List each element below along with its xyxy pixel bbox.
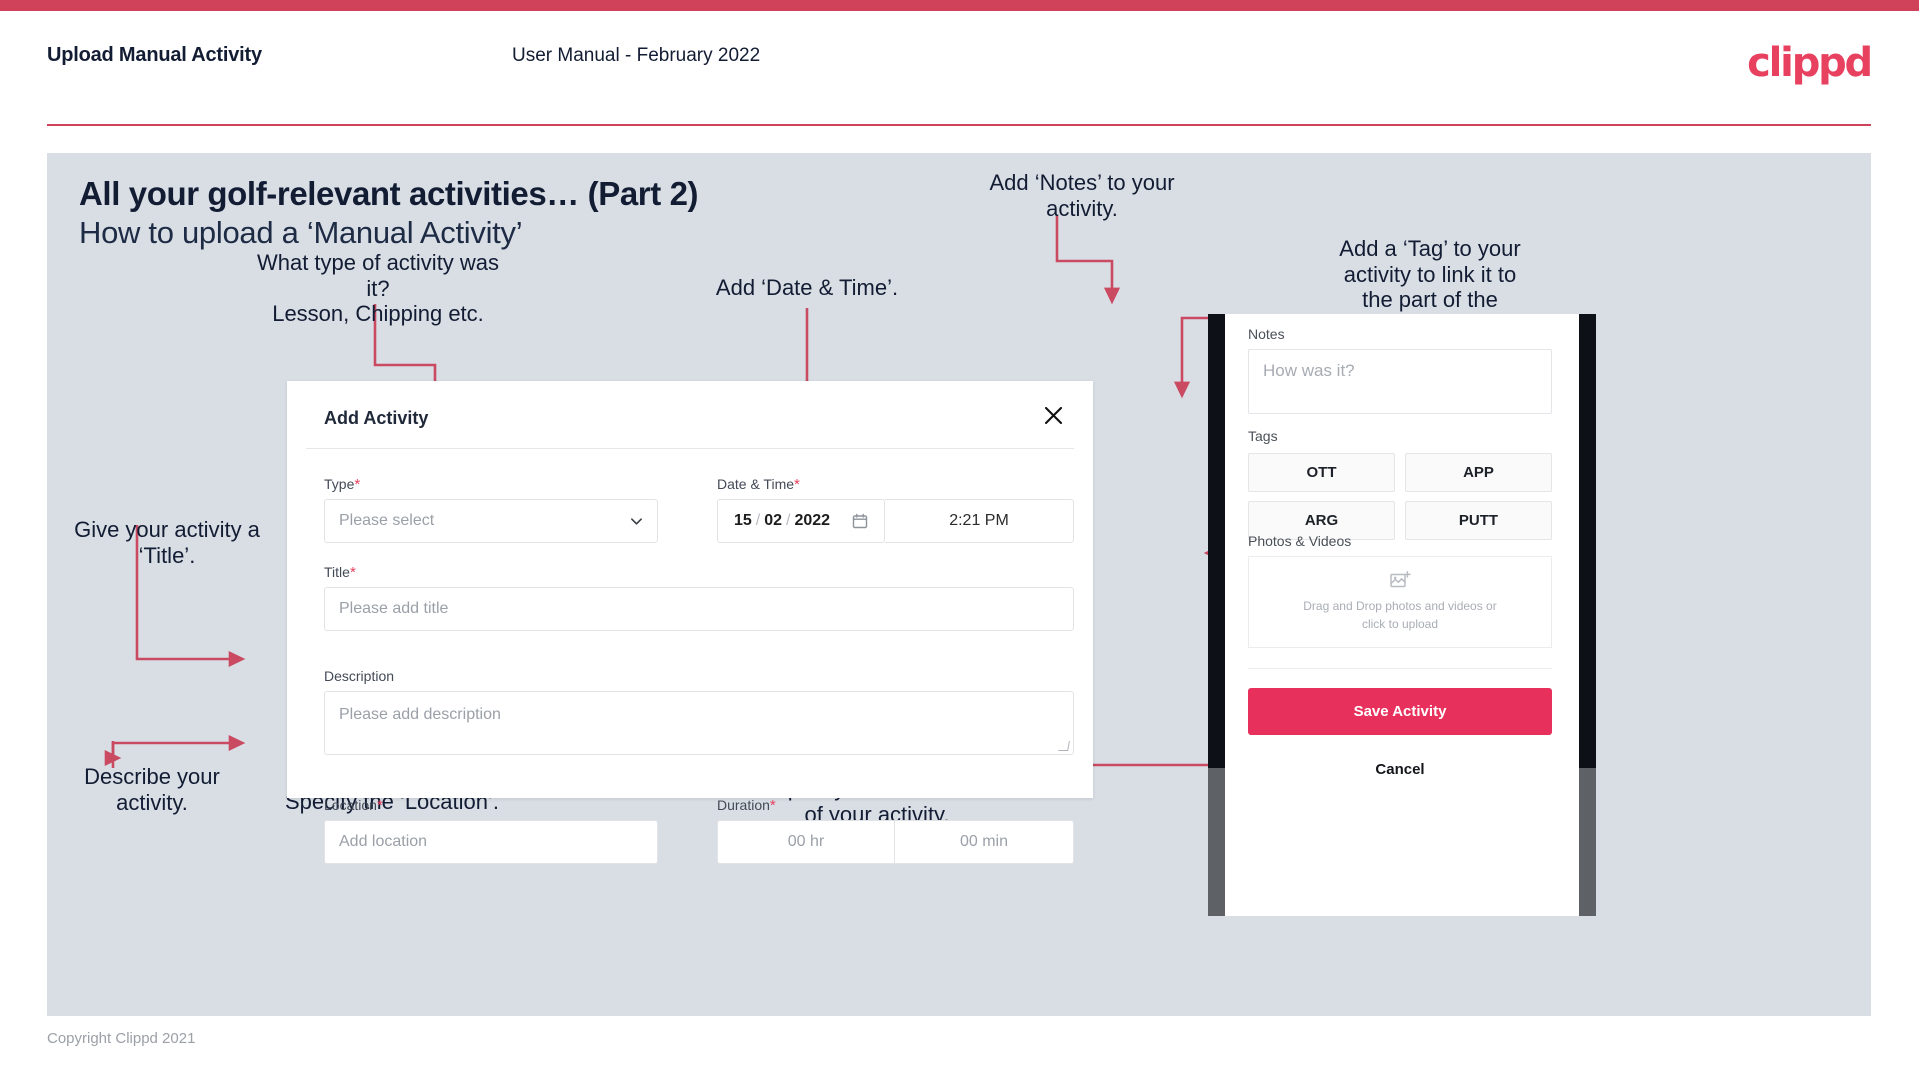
datetime-label: Date & Time* (717, 476, 800, 493)
location-input[interactable]: Add location (324, 820, 658, 864)
location-label: Location* (324, 797, 383, 814)
cancel-button[interactable]: Cancel (1248, 750, 1552, 788)
annotation-type-line2: Lesson, Chipping etc. (272, 301, 484, 327)
dialog-divider (306, 448, 1074, 449)
date-day: 15 (733, 512, 752, 529)
dropzone-text: Drag and Drop photos and videos or click… (1303, 597, 1496, 633)
close-icon[interactable] (1037, 399, 1069, 431)
description-placeholder: Please add description (339, 706, 501, 723)
add-image-icon (1389, 571, 1411, 588)
notes-placeholder: How was it? (1263, 361, 1355, 380)
add-activity-dialog: Add Activity Type* Please select Date & … (287, 381, 1093, 864)
phone-divider (1248, 668, 1552, 669)
calendar-icon[interactable] (852, 513, 868, 529)
photos-videos-label: Photos & Videos (1248, 533, 1352, 549)
phone-bezel-right-lower (1579, 768, 1596, 916)
mobile-device-mockup: Notes How was it? Tags OTT APP ARG PUTT … (1208, 314, 1596, 916)
phone-bezel-right (1579, 314, 1596, 916)
notes-textarea[interactable]: How was it? (1248, 349, 1552, 414)
tag-putt[interactable]: PUTT (1405, 501, 1552, 540)
phone-bezel-left (1208, 314, 1225, 916)
date-month: 02 (764, 512, 782, 529)
time-value: 2:21 PM (949, 512, 1009, 529)
title-required-mark: * (349, 564, 356, 581)
duration-required-mark: * (769, 797, 776, 814)
datetime-required-mark: * (794, 476, 800, 493)
dialog-title: Add Activity (324, 408, 429, 428)
save-activity-button[interactable]: Save Activity (1248, 688, 1552, 735)
tags-label: Tags (1248, 428, 1278, 444)
slide-page: Upload Manual Activity User Manual - Feb… (0, 0, 1919, 1079)
photo-dropzone[interactable]: Drag and Drop photos and videos or click… (1248, 556, 1552, 648)
description-textarea[interactable]: Please add description (324, 691, 1074, 755)
phone-bezel-left-lower (1208, 768, 1225, 916)
date-year: 2022 (794, 512, 831, 529)
annotation-description: Describe your activity. (84, 764, 220, 815)
title-input[interactable]: Please add title (324, 587, 1074, 631)
dropzone-line2: click to upload (1361, 617, 1439, 631)
header-divider (47, 124, 1871, 126)
date-sep-1: / (755, 512, 761, 529)
location-required-mark: * (376, 797, 383, 814)
copyright-footer: Copyright Clippd 2021 (47, 1030, 196, 1047)
tag-app[interactable]: APP (1405, 453, 1552, 492)
duration-minutes-placeholder: 00 min (959, 833, 1009, 850)
clippd-logo: clippd (1747, 40, 1873, 86)
page-title: Upload Manual Activity (47, 44, 262, 66)
type-select[interactable]: Please select (324, 499, 658, 543)
date-input[interactable]: 15 / 02 / 2022 (717, 499, 885, 543)
duration-minutes-input[interactable]: 00 min (895, 820, 1074, 864)
annotation-notes: Add ‘Notes’ to your activity. (989, 170, 1175, 221)
annotation-type-line1: What type of activity was it? (256, 250, 500, 301)
slide-canvas: All your golf-relevant activities… (Part… (47, 153, 1871, 1016)
duration-label: Duration* (717, 797, 776, 814)
top-accent-bar (0, 0, 1919, 11)
duration-hours-placeholder: 00 hr (787, 833, 825, 850)
chevron-down-icon (631, 518, 642, 525)
document-subtitle: User Manual - February 2022 (512, 45, 761, 66)
annotation-datetime: Add ‘Date & Time’. (715, 275, 899, 300)
notes-label: Notes (1248, 326, 1285, 342)
tag-ott[interactable]: OTT (1248, 453, 1395, 492)
type-label: Type* (324, 476, 361, 493)
location-placeholder: Add location (339, 833, 428, 850)
type-required-mark: * (354, 476, 361, 493)
close-glyph (1044, 406, 1062, 424)
title-placeholder: Please add title (339, 600, 449, 617)
time-input[interactable]: 2:21 PM (885, 499, 1074, 543)
title-label: Title* (324, 564, 356, 581)
description-label: Description (324, 668, 395, 684)
slide-subheading: How to upload a ‘Manual Activity’ (79, 215, 523, 250)
type-placeholder: Please select (339, 512, 435, 529)
phone-screen: Notes How was it? Tags OTT APP ARG PUTT … (1225, 314, 1579, 916)
annotation-title: Give your activity a ‘Title’. (74, 517, 260, 568)
annotation-type: What type of activity was it? Lesson, Ch… (245, 250, 511, 327)
slide-heading: All your golf-relevant activities… (Part… (79, 175, 699, 212)
dropzone-line1: Drag and Drop photos and videos or (1303, 599, 1497, 613)
duration-hours-input[interactable]: 00 hr (717, 820, 895, 864)
date-sep-2: / (786, 512, 791, 529)
